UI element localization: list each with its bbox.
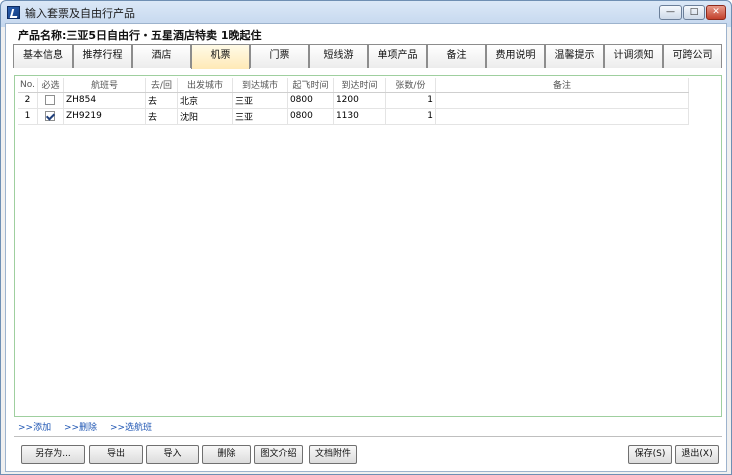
column-header-no[interactable]: No. (18, 78, 38, 93)
export-button[interactable]: 导出 (89, 445, 143, 464)
column-header-required[interactable]: 必选 (37, 78, 64, 93)
grid-header: No. 必选 航班号 去/回 出发城市 到达城市 起飞时间 到达时间 张数/份 … (18, 78, 689, 93)
column-header-note[interactable]: 备注 (435, 78, 689, 93)
tab-flights[interactable]: 机票 (191, 44, 250, 69)
text-intro-button[interactable]: 图文介绍 (254, 445, 303, 464)
column-header-to[interactable]: 到达城市 (232, 78, 288, 93)
exit-button[interactable]: 退出(X) (675, 445, 719, 464)
to-city[interactable]: 三亚 (232, 92, 288, 109)
tab-basic-info[interactable]: 基本信息 (13, 44, 73, 68)
column-header-from[interactable]: 出发城市 (177, 78, 233, 93)
column-header-direction[interactable]: 去/回 (145, 78, 178, 93)
depart-time[interactable]: 0800 (287, 92, 334, 109)
flight-number[interactable]: ZH9219 (63, 108, 146, 125)
column-header-flight[interactable]: 航班号 (63, 78, 146, 93)
import-button[interactable]: 导入 (146, 445, 199, 464)
direction[interactable]: 去 (145, 108, 178, 125)
direction[interactable]: 去 (145, 92, 178, 109)
flight-number[interactable]: ZH854 (63, 92, 146, 109)
doc-attach-button[interactable]: 文档附件 (309, 445, 357, 464)
content-area: 产品名称:三亚5日自由行・五星酒店特卖 1晚起住 基本信息 推荐行程 酒店 机票… (5, 23, 727, 472)
to-city[interactable]: 三亚 (232, 108, 288, 125)
tab-fee-description[interactable]: 费用说明 (486, 44, 545, 68)
row-no: 2 (18, 92, 38, 109)
divider (14, 436, 722, 437)
product-name: 产品名称:三亚5日自由行・五星酒店特卖 1晚起住 (18, 29, 262, 42)
ticket-count[interactable]: 1 (385, 108, 436, 125)
tab-single-product[interactable]: 单项产品 (368, 44, 427, 68)
row-no: 1 (18, 108, 38, 125)
main-window: 输入套票及自由行产品 — □ ✕ 产品名称:三亚5日自由行・五星酒店特卖 1晚起… (0, 0, 732, 475)
row-note[interactable] (435, 92, 689, 109)
from-city[interactable]: 北京 (177, 92, 233, 109)
tab-itinerary[interactable]: 推荐行程 (73, 44, 132, 68)
table-row[interactable]: 1 ZH9219 去 沈阳 三亚 0800 1130 1 (18, 108, 689, 125)
title-bar[interactable]: 输入套票及自由行产品 — □ ✕ (1, 1, 731, 23)
tab-hotel[interactable]: 酒店 (132, 44, 191, 68)
column-header-count[interactable]: 张数/份 (385, 78, 436, 93)
flight-grid: No. 必选 航班号 去/回 出发城市 到达城市 起飞时间 到达时间 张数/份 … (18, 78, 689, 125)
tab-tickets[interactable]: 门票 (250, 44, 309, 68)
tab-planner-notes[interactable]: 计调须知 (604, 44, 663, 68)
delete-button[interactable]: 删除 (202, 445, 251, 464)
required-checkbox[interactable] (45, 110, 56, 121)
ticket-count[interactable]: 1 (385, 92, 436, 109)
tab-tips[interactable]: 温馨提示 (545, 44, 604, 68)
save-button[interactable]: 保存(S) (628, 445, 672, 464)
close-button[interactable]: ✕ (706, 5, 726, 20)
delete-link[interactable]: >>删除 (64, 423, 97, 433)
add-link[interactable]: >>添加 (18, 423, 51, 433)
select-flight-link[interactable]: >>选航班 (110, 423, 152, 433)
depart-time[interactable]: 0800 (287, 108, 334, 125)
arrive-time[interactable]: 1130 (333, 108, 386, 125)
minimize-button[interactable]: — (659, 5, 682, 20)
column-header-depart[interactable]: 起飞时间 (287, 78, 334, 93)
column-header-arrive[interactable]: 到达时间 (333, 78, 386, 93)
action-links: >>添加 >>删除 >>选航班 (18, 420, 162, 433)
table-row[interactable]: 2 ZH854 去 北京 三亚 0800 1200 1 (18, 92, 689, 109)
row-note[interactable] (435, 108, 689, 125)
save-as-button[interactable]: 另存为... (21, 445, 85, 464)
app-icon (7, 6, 20, 19)
arrive-time[interactable]: 1200 (333, 92, 386, 109)
window-title: 输入套票及自由行产品 (25, 7, 135, 20)
from-city[interactable]: 沈阳 (177, 108, 233, 125)
flight-panel: No. 必选 航班号 去/回 出发城市 到达城市 起飞时间 到达时间 张数/份 … (14, 75, 722, 417)
tab-notes[interactable]: 备注 (427, 44, 486, 68)
tab-cross-company[interactable]: 可跨公司 (663, 44, 722, 68)
maximize-button[interactable]: □ (683, 5, 705, 20)
required-checkbox[interactable] (45, 94, 56, 105)
tab-short-tour[interactable]: 短线游 (309, 44, 368, 68)
